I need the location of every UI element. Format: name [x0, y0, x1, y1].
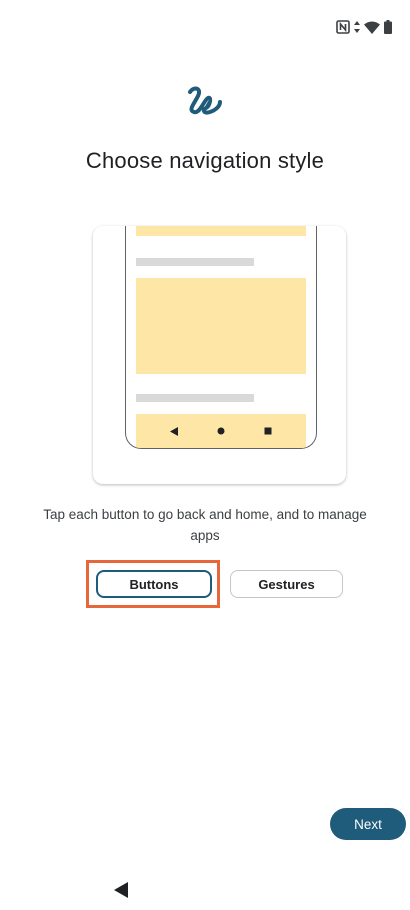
nfc-icon — [336, 20, 350, 34]
gestures-option-button[interactable]: Gestures — [230, 570, 343, 598]
description-text: Tap each button to go back and home, and… — [43, 507, 367, 543]
content-line-bottom — [136, 394, 254, 402]
recents-square-icon — [264, 427, 272, 435]
content-block-top — [136, 226, 306, 236]
phone-mockup — [125, 226, 317, 449]
content-block-main — [136, 278, 306, 374]
home-dot-icon — [217, 427, 225, 435]
system-back-icon[interactable] — [114, 882, 128, 898]
battery-icon — [384, 20, 392, 34]
wifi-icon — [364, 21, 380, 34]
next-button[interactable]: Next — [330, 808, 406, 840]
back-triangle-icon — [169, 426, 178, 436]
phone-navbar — [136, 414, 306, 448]
status-bar — [336, 18, 392, 36]
buttons-option-button[interactable]: Buttons — [96, 570, 212, 598]
data-arrows-icon — [354, 21, 360, 33]
navigation-illustration — [93, 226, 346, 484]
content-line-top — [136, 258, 254, 266]
page-title: Choose navigation style — [85, 148, 325, 173]
squiggle-logo-icon — [184, 84, 226, 118]
